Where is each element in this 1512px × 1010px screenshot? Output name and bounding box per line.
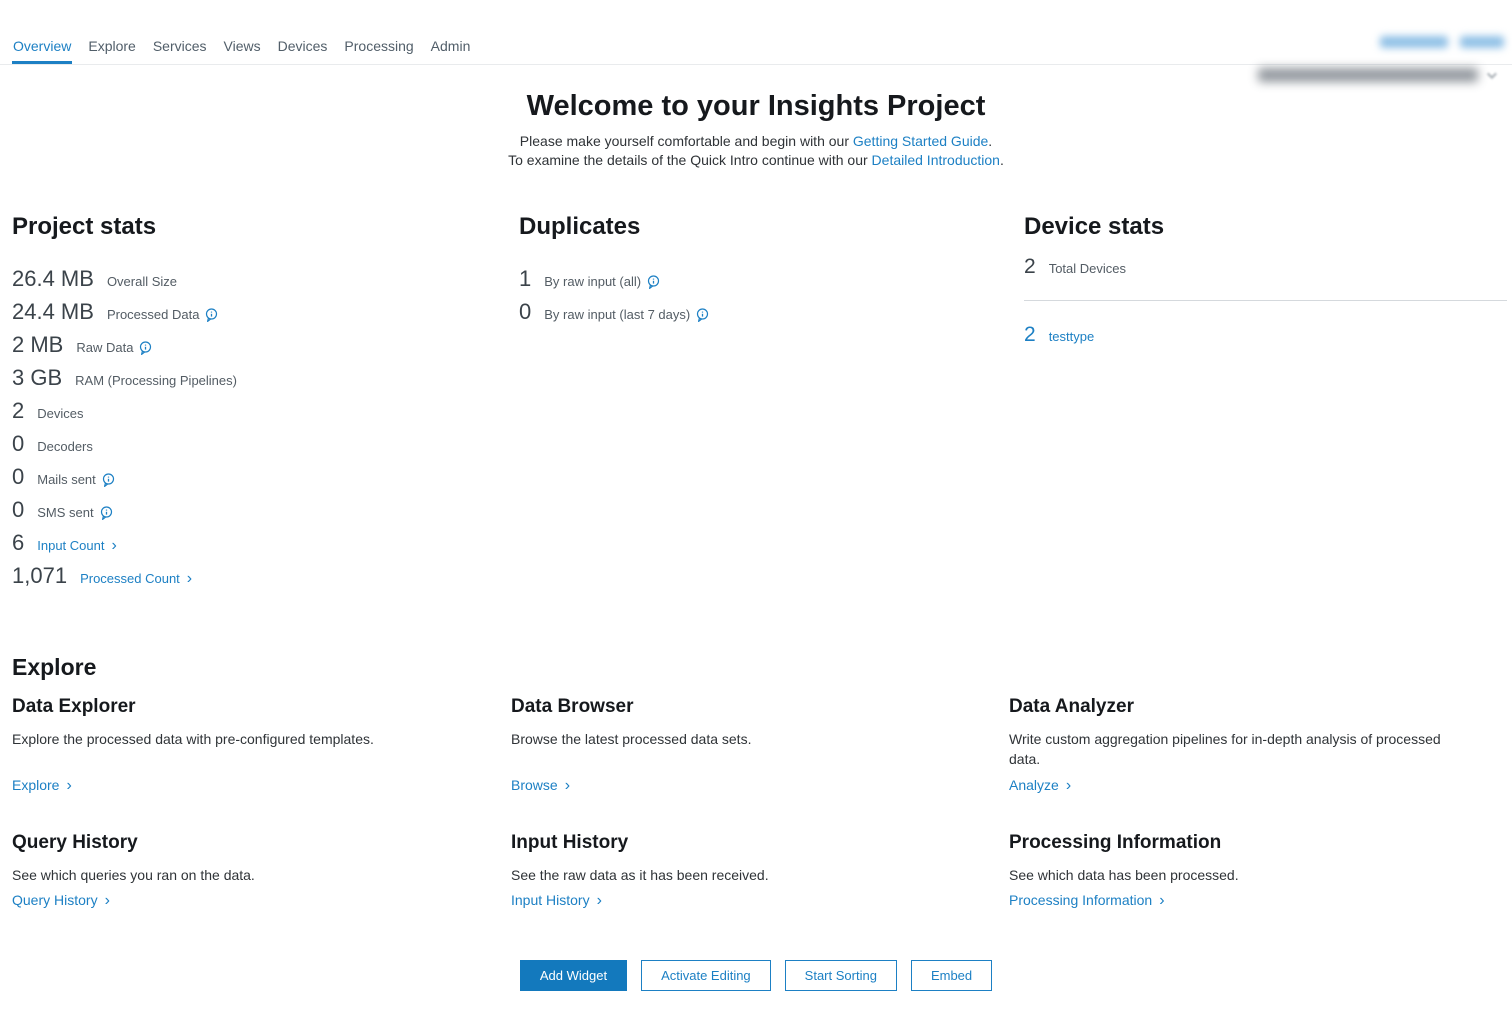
input-count-link[interactable]: Input Count› bbox=[37, 538, 117, 554]
card-description: See which queries you ran on the data. bbox=[12, 865, 499, 885]
device-stats-title: Device stats bbox=[1024, 213, 1507, 241]
page-title: Welcome to your Insights Project bbox=[0, 90, 1512, 123]
chevron-right-icon: › bbox=[111, 538, 116, 554]
card-query-history: Query History See which queries you ran … bbox=[12, 832, 499, 910]
card-title: Data Explorer bbox=[12, 696, 499, 718]
device-stats-widget: Device stats 2 Total Devices 2 testtype bbox=[1024, 213, 1507, 597]
browse-link[interactable]: Browse› bbox=[511, 777, 570, 794]
duplicates-widget: Duplicates 1 By raw input (all) 0 By raw… bbox=[519, 213, 1012, 597]
card-description: Explore the processed data with pre-conf… bbox=[12, 729, 499, 769]
chevron-right-icon: › bbox=[1066, 778, 1071, 794]
duplicates-title: Duplicates bbox=[519, 213, 1012, 241]
chevron-down-icon[interactable] bbox=[1487, 69, 1497, 79]
explore-link[interactable]: Explore› bbox=[12, 777, 72, 794]
card-title: Data Browser bbox=[511, 696, 997, 718]
redacted-project-name bbox=[1258, 68, 1478, 82]
project-stats-widget: Project stats 26.4 MB Overall Size 24.4 … bbox=[12, 213, 507, 597]
stats-widgets-row: Project stats 26.4 MB Overall Size 24.4 … bbox=[0, 213, 1512, 597]
welcome-line-1: Please make yourself comfortable and beg… bbox=[0, 132, 1512, 151]
analyze-link[interactable]: Analyze› bbox=[1009, 777, 1071, 794]
detailed-introduction-link[interactable]: Detailed Introduction bbox=[872, 152, 1000, 168]
dashboard-actions: Add Widget Activate Editing Start Sortin… bbox=[0, 960, 1512, 991]
info-tooltip-icon[interactable] bbox=[647, 275, 660, 290]
card-data-browser: Data Browser Browse the latest processed… bbox=[511, 696, 997, 795]
info-tooltip-icon[interactable] bbox=[205, 308, 218, 323]
card-title: Data Analyzer bbox=[1009, 696, 1495, 718]
card-input-history: Input History See the raw data as it has… bbox=[511, 832, 997, 910]
input-history-link[interactable]: Input History› bbox=[511, 892, 602, 909]
stat-decoders: 0 Decoders bbox=[12, 432, 507, 456]
stat-duplicates-7days: 0 By raw input (last 7 days) bbox=[519, 300, 1012, 324]
start-sorting-button[interactable]: Start Sorting bbox=[785, 960, 897, 991]
redacted-project-account[interactable] bbox=[1258, 68, 1494, 82]
info-tooltip-icon[interactable] bbox=[696, 308, 709, 323]
card-description: See which data has been processed. bbox=[1009, 865, 1495, 885]
top-bar bbox=[0, 30, 1512, 60]
card-description: Browse the latest processed data sets. bbox=[511, 729, 997, 769]
stat-mails-sent: 0 Mails sent bbox=[12, 465, 507, 489]
stat-processed-count: 1,071 Processed Count› bbox=[12, 564, 507, 588]
welcome-section: Welcome to your Insights Project Please … bbox=[0, 90, 1512, 170]
card-data-analyzer: Data Analyzer Write custom aggregation p… bbox=[1009, 696, 1495, 795]
redacted-link[interactable] bbox=[1460, 36, 1504, 48]
chevron-right-icon: › bbox=[187, 571, 192, 587]
card-processing-information: Processing Information See which data ha… bbox=[1009, 832, 1495, 910]
stat-device-type: 2 testtype bbox=[1024, 323, 1507, 347]
card-data-explorer: Data Explorer Explore the processed data… bbox=[12, 696, 499, 795]
card-title: Query History bbox=[12, 832, 499, 854]
welcome-line-2: To examine the details of the Quick Intr… bbox=[0, 151, 1512, 170]
chevron-right-icon: › bbox=[565, 778, 570, 794]
processing-information-link[interactable]: Processing Information› bbox=[1009, 892, 1165, 909]
stat-raw-data: 2 MB Raw Data bbox=[12, 333, 507, 357]
stat-processed-data: 24.4 MB Processed Data bbox=[12, 300, 507, 324]
device-type-link[interactable]: testtype bbox=[1049, 329, 1095, 344]
activate-editing-button[interactable]: Activate Editing bbox=[641, 960, 771, 991]
stat-duplicates-all: 1 By raw input (all) bbox=[519, 267, 1012, 291]
explore-cards-grid: Data Explorer Explore the processed data… bbox=[12, 696, 1512, 910]
query-history-link[interactable]: Query History› bbox=[12, 892, 110, 909]
chevron-right-icon: › bbox=[1159, 893, 1164, 909]
project-stats-title: Project stats bbox=[12, 213, 507, 241]
card-description: Write custom aggregation pipelines for i… bbox=[1009, 729, 1495, 769]
card-title: Processing Information bbox=[1009, 832, 1495, 854]
stat-ram-processing-pipelines: 3 GB RAM (Processing Pipelines) bbox=[12, 366, 507, 390]
info-tooltip-icon[interactable] bbox=[102, 473, 115, 488]
stat-sms-sent: 0 SMS sent bbox=[12, 498, 507, 522]
processed-count-link[interactable]: Processed Count› bbox=[80, 571, 192, 587]
redacted-header-links[interactable] bbox=[1380, 36, 1504, 48]
divider bbox=[1024, 300, 1507, 301]
chevron-right-icon: › bbox=[105, 893, 110, 909]
chevron-right-icon: › bbox=[66, 778, 71, 794]
getting-started-guide-link[interactable]: Getting Started Guide bbox=[853, 133, 988, 149]
card-title: Input History bbox=[511, 832, 997, 854]
add-widget-button[interactable]: Add Widget bbox=[520, 960, 627, 991]
info-tooltip-icon[interactable] bbox=[139, 341, 152, 356]
stat-overall-size: 26.4 MB Overall Size bbox=[12, 267, 507, 291]
info-tooltip-icon[interactable] bbox=[100, 506, 113, 521]
chevron-right-icon: › bbox=[597, 893, 602, 909]
explore-title: Explore bbox=[12, 654, 1512, 681]
explore-section: Explore Data Explorer Explore the proces… bbox=[0, 654, 1512, 910]
embed-button[interactable]: Embed bbox=[911, 960, 992, 991]
redacted-link[interactable] bbox=[1380, 36, 1448, 48]
card-description: See the raw data as it has been received… bbox=[511, 865, 997, 885]
stat-input-count: 6 Input Count› bbox=[12, 531, 507, 555]
stat-devices: 2 Devices bbox=[12, 399, 507, 423]
stat-total-devices: 2 Total Devices bbox=[1024, 255, 1507, 279]
